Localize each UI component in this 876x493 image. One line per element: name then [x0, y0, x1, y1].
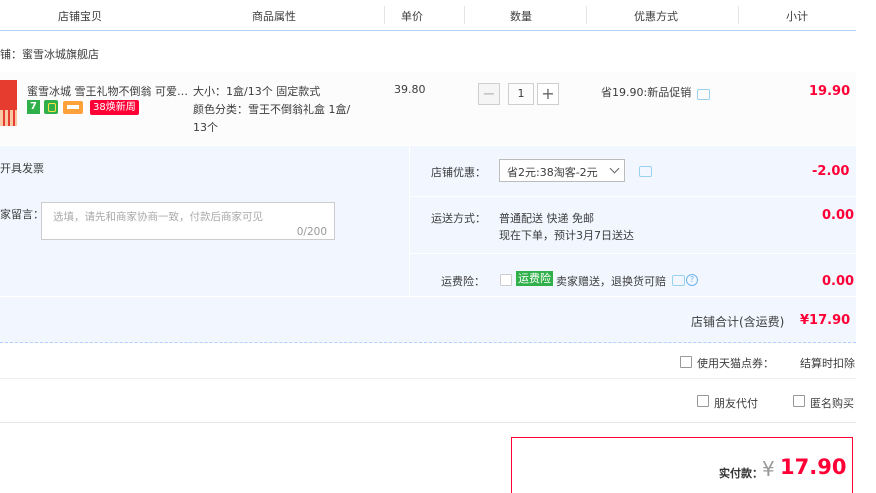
unit-price: 39.80	[394, 83, 426, 96]
col-header-price: 单价	[401, 10, 423, 23]
qty-decrease-button[interactable]: −	[478, 83, 500, 105]
coupon-label: 店铺优惠：	[431, 166, 486, 179]
tmall-points-checkbox[interactable]	[680, 356, 692, 368]
shop-total-amount: ¥17.90	[800, 313, 851, 328]
insurance-amount: 0.00	[822, 274, 855, 289]
shop-name[interactable]: 铺：蜜雪冰城旗舰店	[0, 46, 99, 62]
qty-input[interactable]: 1	[508, 83, 534, 105]
qty-increase-button[interactable]: +	[537, 83, 559, 105]
attr-color-cont: 13个	[193, 121, 218, 134]
shop-name-label: 铺：蜜雪冰城旗舰店	[0, 48, 99, 61]
card-icon	[63, 101, 83, 114]
item-subtotal: 19.90	[809, 84, 851, 99]
col-header-subtotal: 小计	[786, 10, 808, 23]
coupon-selected: 省2元:38淘客-2元	[507, 166, 598, 179]
seven-day-return-icon: 7	[27, 100, 40, 114]
message-char-count: 0/200	[296, 226, 327, 238]
cart-header: 店铺宝贝 商品属性 单价 数量 优惠方式 小计	[0, 0, 856, 31]
friend-pay-label: 朋友代付	[714, 397, 758, 410]
attr-size: 大小：1盒/13个 固定款式	[193, 85, 321, 98]
insurance-label: 运费险：	[441, 275, 485, 288]
insurance-desc: 卖家赠送，退换货可赔	[556, 275, 666, 288]
col-header-attributes: 商品属性	[252, 10, 296, 23]
friend-pay-checkbox[interactable]	[697, 395, 709, 407]
col-header-quantity: 数量	[510, 10, 532, 23]
chat-icon[interactable]	[672, 275, 685, 286]
panel-divider	[410, 196, 856, 197]
coupon-select[interactable]: 省2元:38淘客-2元	[499, 159, 625, 182]
col-header-shop-item: 店铺宝贝	[58, 10, 102, 23]
pay-label: 实付款：	[719, 467, 763, 480]
pay-currency: ¥	[762, 457, 775, 481]
insurance-checkbox	[500, 274, 512, 286]
header-divider	[464, 6, 465, 24]
header-divider	[586, 6, 587, 24]
message-input[interactable]: 选填，请先和商家协商一致，付款后商家可见 0/200	[41, 202, 335, 240]
shipping-method: 普通配送 快递 免邮	[499, 212, 594, 225]
product-title[interactable]: 蜜雪冰城 雪王礼物不倒翁 可爱…	[27, 83, 187, 99]
invoice-label[interactable]: 开具发票	[0, 160, 44, 176]
panel-divider	[0, 296, 856, 297]
panel-divider	[409, 146, 410, 296]
promo-tag: 38焕新周	[90, 100, 139, 115]
pay-amount: 17.90	[780, 455, 847, 479]
attr-color: 颜色分类：雪王不倒翁礼盒 1盒/	[193, 103, 351, 116]
message-label: 家留言：	[0, 208, 44, 221]
discount-text: 省19.90:新品促销	[601, 86, 692, 99]
product-thumbnail[interactable]	[0, 80, 17, 126]
coupon-amount: -2.00	[812, 164, 850, 179]
anonymous-label: 匿名购买	[810, 397, 854, 410]
shipping-amount: 0.00	[822, 208, 855, 223]
header-divider	[738, 6, 739, 24]
thumbnail-pattern	[0, 110, 17, 126]
divider	[0, 422, 856, 423]
panel-divider	[410, 253, 856, 254]
shipping-eta: 现在下单，预计3月7日送达	[499, 229, 634, 242]
shipping-label: 运送方式：	[431, 212, 486, 225]
divider	[0, 378, 856, 379]
tmall-points-label: 使用天猫点券：	[697, 357, 774, 370]
message-placeholder: 选填，请先和商家协商一致，付款后商家可见	[53, 211, 263, 223]
header-divider	[384, 6, 385, 24]
insurance-tag: 运费险	[516, 271, 553, 286]
chevron-down-icon	[609, 163, 620, 174]
anonymous-checkbox[interactable]	[793, 395, 805, 407]
gift-icon	[44, 100, 58, 114]
help-icon[interactable]: ?	[686, 274, 698, 286]
chat-icon[interactable]	[639, 166, 652, 177]
chat-icon[interactable]	[697, 89, 710, 100]
shop-total-label: 店铺合计(含运费)	[691, 315, 785, 329]
col-header-discount: 优惠方式	[634, 10, 678, 23]
payment-summary-box: 实付款： ¥ 17.90	[511, 437, 853, 493]
tmall-points-note: 结算时扣除	[800, 357, 855, 370]
